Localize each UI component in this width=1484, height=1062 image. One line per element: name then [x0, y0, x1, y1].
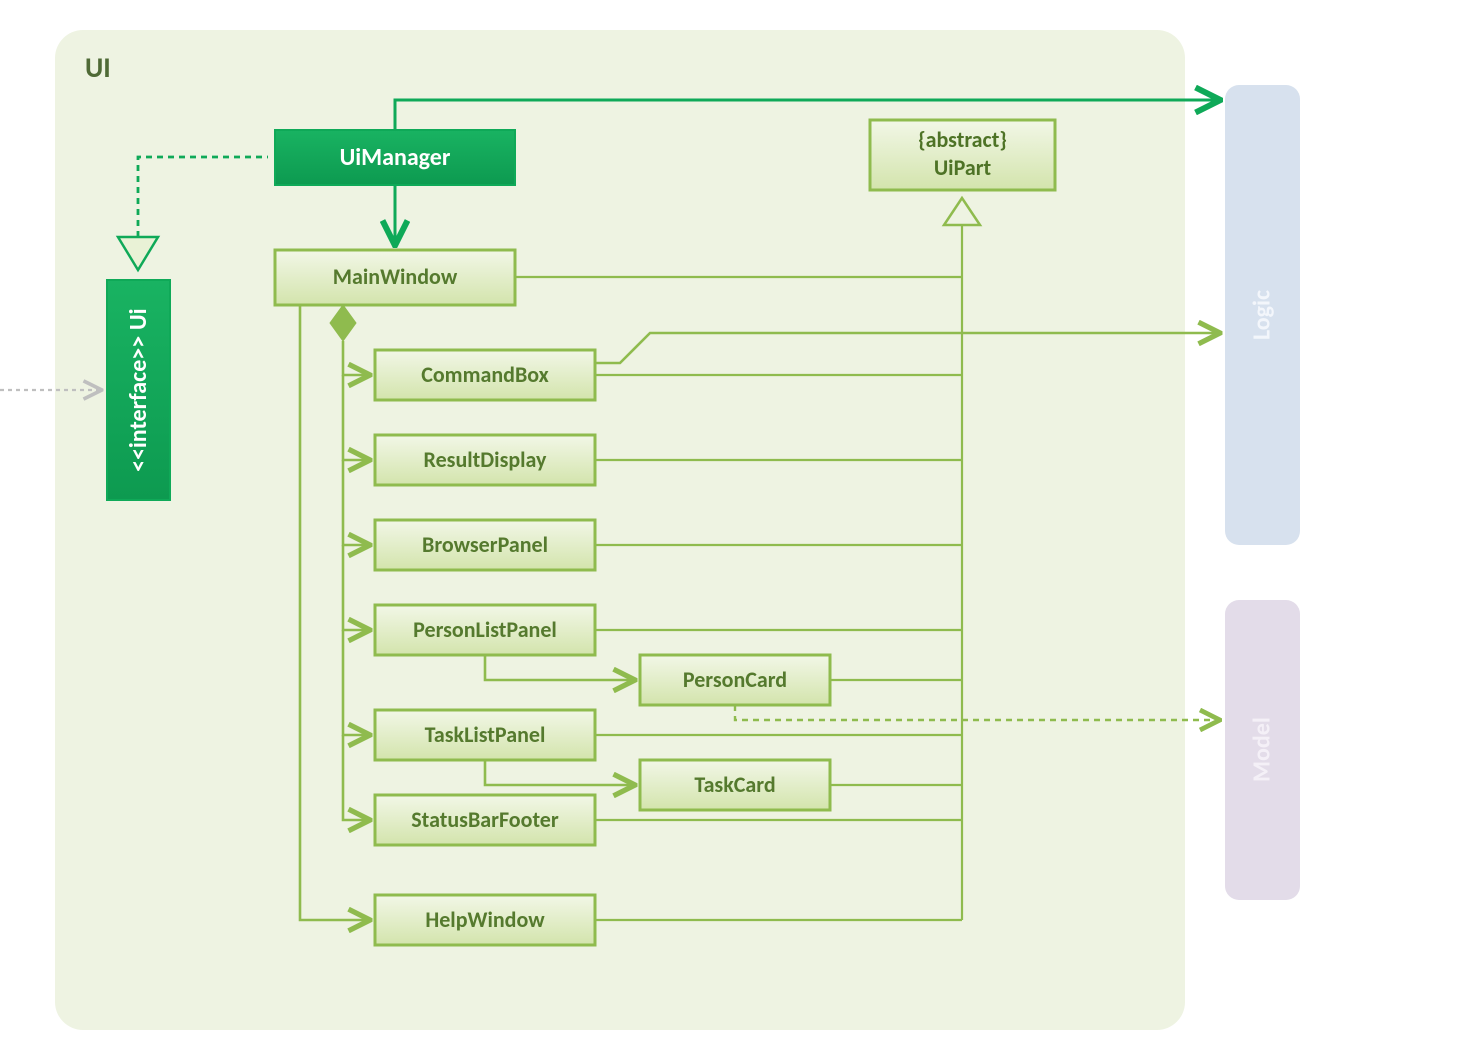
diagram-svg	[0, 0, 1484, 1062]
resultdisplay-box	[375, 435, 595, 485]
uml-class-diagram: UI <<interface>> Ui UiManager {abstract}…	[0, 0, 1484, 1062]
mainwindow-box	[275, 250, 515, 305]
uimanager-box	[275, 130, 515, 185]
model-box	[1225, 600, 1300, 900]
uipart-box	[870, 120, 1055, 190]
commandbox-box	[375, 350, 595, 400]
personlistpanel-box	[375, 605, 595, 655]
browserpanel-box	[375, 520, 595, 570]
tasklistpanel-box	[375, 710, 595, 760]
statusbarfooter-box	[375, 795, 595, 845]
taskcard-box	[640, 760, 830, 810]
personcard-box	[640, 655, 830, 705]
ui-package-label: UI	[85, 50, 111, 85]
ui-interface-box	[107, 280, 170, 500]
logic-box	[1225, 85, 1300, 545]
helpwindow-box	[375, 895, 595, 945]
